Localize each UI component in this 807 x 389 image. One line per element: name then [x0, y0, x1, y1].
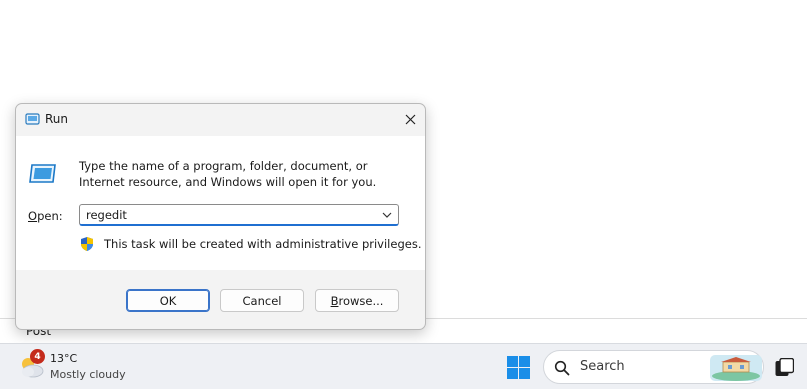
open-input[interactable]: regedit	[86, 208, 127, 222]
dialog-titlebar[interactable]: Run	[16, 104, 425, 136]
admin-privileges-note: This task will be created with administr…	[104, 237, 422, 251]
dialog-title: Run	[45, 112, 69, 126]
dialog-content: Type the name of a program, folder, docu…	[16, 136, 425, 270]
browse-button[interactable]: Browse...	[315, 289, 399, 312]
ok-button[interactable]: OK	[126, 289, 210, 312]
search-placeholder[interactable]: Search	[580, 359, 625, 374]
dialog-description: Type the name of a program, folder, docu…	[79, 159, 377, 189]
open-combobox[interactable]: regedit	[79, 204, 399, 226]
close-button[interactable]	[395, 104, 425, 134]
open-label: Open:	[28, 209, 63, 223]
taskbar-search[interactable]: Search	[543, 350, 764, 384]
task-view-icon[interactable]	[775, 358, 794, 377]
cancel-button[interactable]: Cancel	[220, 289, 304, 312]
weather-badge: 4	[30, 349, 45, 364]
chevron-down-icon[interactable]	[380, 208, 394, 222]
weather-condition[interactable]: Mostly cloudy	[50, 368, 126, 381]
uac-shield-icon	[81, 237, 93, 251]
close-icon	[405, 114, 415, 124]
search-icon	[554, 360, 570, 376]
run-icon	[25, 113, 40, 125]
run-app-icon	[29, 164, 56, 183]
windows-start-icon[interactable]	[507, 356, 530, 379]
taskbar: 4 13°C Mostly cloudy Search	[0, 343, 807, 389]
weather-temperature[interactable]: 13°C	[50, 352, 77, 365]
search-highlight-icon[interactable]	[710, 355, 762, 381]
run-dialog: Run Type the name of a program, folder, …	[15, 103, 426, 330]
